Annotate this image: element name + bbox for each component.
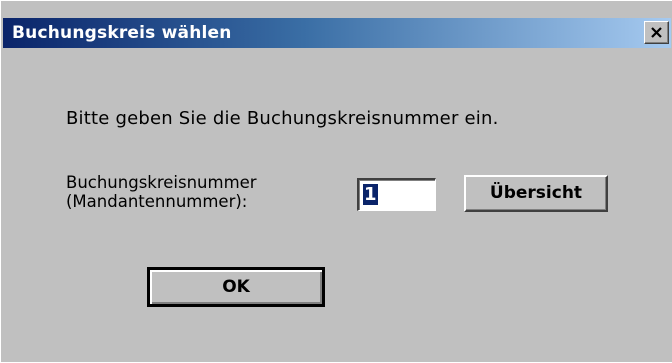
- company-code-value: 1: [363, 184, 378, 205]
- overview-button[interactable]: Übersicht: [464, 175, 608, 212]
- close-icon: [651, 27, 662, 38]
- ok-button[interactable]: OK: [147, 267, 325, 307]
- company-code-input[interactable]: 1: [357, 178, 436, 211]
- company-code-label-line1: Buchungskreisnummer: [66, 173, 257, 192]
- title-bar[interactable]: Buchungskreis wählen: [3, 18, 671, 48]
- dialog-window: Buchungskreis wählen Bitte geben Sie die…: [0, 0, 672, 362]
- dialog-body: Bitte geben Sie die Buchungskreisnummer …: [5, 51, 671, 363]
- company-code-label: Buchungskreisnummer (Mandantennummer):: [66, 173, 257, 211]
- close-button[interactable]: [644, 21, 669, 44]
- prompt-text: Bitte geben Sie die Buchungskreisnummer …: [66, 108, 499, 129]
- dialog-title: Buchungskreis wählen: [12, 23, 232, 43]
- company-code-label-line2: (Mandantennummer):: [66, 192, 248, 211]
